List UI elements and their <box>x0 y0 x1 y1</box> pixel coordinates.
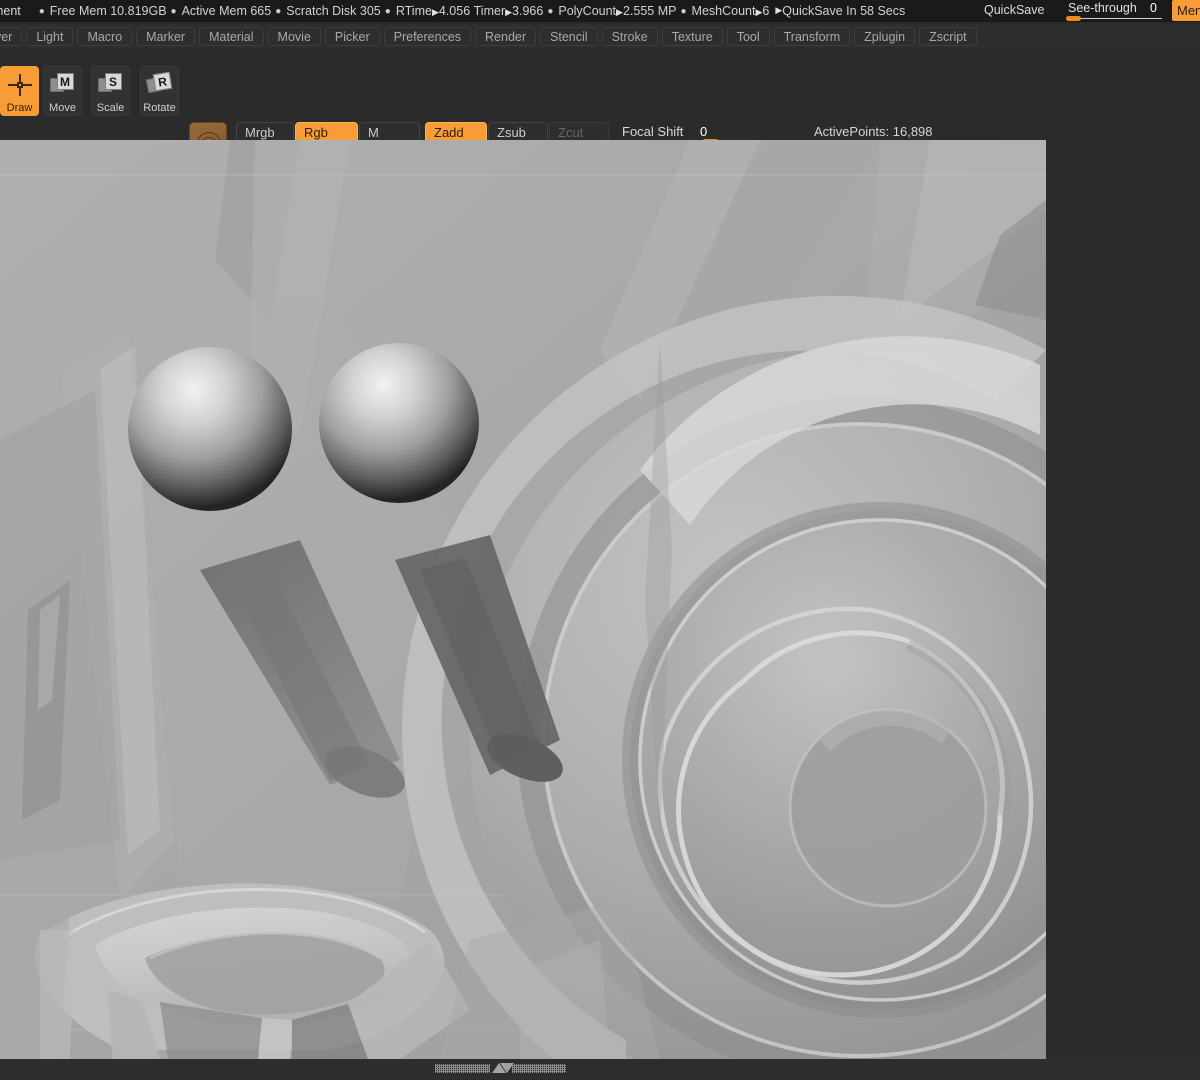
bullet-separator-icon: ● <box>680 5 687 17</box>
menu-item-texture[interactable]: Texture <box>661 26 723 46</box>
meshcount-label: MeshCount <box>691 4 756 18</box>
focal-shift-value: 0 <box>700 124 708 139</box>
menu-item-zplugin[interactable]: Zplugin <box>854 26 916 46</box>
focal-shift-label: Focal Shift <box>622 124 684 139</box>
scale-card-icon: S <box>97 73 124 97</box>
bullet-separator-icon: ● <box>384 5 391 17</box>
bullet-separator-icon: ● <box>170 5 177 17</box>
menu-button[interactable]: Menu <box>1172 0 1200 21</box>
active-mem-stat: Active Mem 665 <box>182 4 272 18</box>
polycount-stat: PolyCount▶2.555 MP <box>558 4 676 18</box>
scale-tool-button[interactable]: S Scale <box>91 66 130 116</box>
polycount-value: 2.555 MP <box>622 4 677 18</box>
rotate-tool-label: Rotate <box>143 102 176 114</box>
rtime-stat: RTime▶4.056 <box>396 4 470 18</box>
rtime-value: 4.056 <box>438 4 471 18</box>
free-mem-label: Free Mem <box>49 4 107 18</box>
draw-tool-label: Draw <box>6 102 33 114</box>
scratch-disk-stat: Scratch Disk 305 <box>286 4 381 18</box>
quicksave-button[interactable]: QuickSave <box>984 3 1044 17</box>
rtime-label: RTime <box>395 4 432 18</box>
sphere-right <box>319 343 479 503</box>
menu-bar: ayer Light Macro Marker Material Movie P… <box>0 24 1200 48</box>
scratch-disk-label: Scratch Disk <box>286 4 357 18</box>
rotate-tool-button[interactable]: R Rotate <box>140 66 179 116</box>
active-mem-label: Active Mem <box>181 4 247 18</box>
play-triangle-icon: ▶ <box>755 6 763 17</box>
play-triangle-icon: ▶ <box>616 6 623 17</box>
scratch-disk-value: 305 <box>359 4 381 18</box>
meshcount-value: 6 <box>762 4 770 18</box>
rotate-card-icon: R <box>145 71 173 97</box>
free-mem-value: 10.819GB <box>110 4 167 18</box>
see-through-slider[interactable]: See-through 0 <box>1064 1 1168 21</box>
timer-label: Timer <box>473 4 506 18</box>
play-triangle-icon: ▶ <box>431 6 439 17</box>
bottom-handle-bar[interactable] <box>0 1059 1200 1080</box>
menu-item-transform[interactable]: Transform <box>773 26 851 46</box>
move-tool-label: Move <box>49 102 76 114</box>
move-card-icon: M <box>49 73 76 97</box>
menu-item-picker[interactable]: Picker <box>324 26 380 46</box>
bullet-separator-icon: ● <box>547 5 554 17</box>
quicksave-countdown: QuickSave In 58 Secs <box>782 4 906 18</box>
scale-glyph-letter: S <box>104 73 122 90</box>
move-tool-button[interactable]: M Move <box>43 66 82 116</box>
polycount-label: PolyCount <box>558 4 617 18</box>
menu-item-marker[interactable]: Marker <box>136 26 196 46</box>
see-through-label: See-through <box>1068 1 1137 15</box>
handle-grip-right-icon[interactable] <box>512 1064 566 1073</box>
draw-tool-button[interactable]: Draw <box>0 66 39 116</box>
menu-item-tool[interactable]: Tool <box>726 26 770 46</box>
play-triangle-icon: ▶ <box>505 6 513 17</box>
menu-item-zscript[interactable]: Zscript <box>919 26 977 46</box>
menu-item-movie[interactable]: Movie <box>267 26 321 46</box>
free-mem-stat: Free Mem 10.819GB <box>50 4 167 18</box>
document-name: ument <box>0 4 21 18</box>
sculpt-canvas[interactable] <box>0 140 1046 1059</box>
see-through-value: 0 <box>1150 1 1157 15</box>
menu-item-preferences[interactable]: Preferences <box>383 26 472 46</box>
bullet-separator-icon: ● <box>275 5 282 17</box>
see-through-knob[interactable] <box>1066 16 1081 21</box>
menu-item-render[interactable]: Render <box>475 26 537 46</box>
brush-toolbar: Draw M Move S Scale R Rotate Mrgb Rgb M … <box>0 48 1200 167</box>
handle-grip-left-icon[interactable] <box>435 1064 490 1073</box>
sphere-left <box>128 347 292 511</box>
active-points-readout: ActivePoints: 16,898 <box>814 124 933 139</box>
crosshair-icon <box>7 73 33 97</box>
timer-stat: Timer▶3.966 <box>474 4 544 18</box>
active-mem-value: 665 <box>250 4 272 18</box>
menu-item-light[interactable]: Light <box>26 26 74 46</box>
bullet-separator-icon: ● <box>38 5 45 17</box>
play-triangle-icon: ▶ <box>775 5 783 15</box>
menu-item-layer[interactable]: ayer <box>0 26 23 46</box>
menu-item-stroke[interactable]: Stroke <box>601 26 658 46</box>
move-glyph-letter: M <box>56 73 74 90</box>
menu-item-stencil[interactable]: Stencil <box>540 26 598 46</box>
menu-item-macro[interactable]: Macro <box>77 26 133 46</box>
canvas-render <box>0 140 1046 1059</box>
menu-item-material[interactable]: Material <box>199 26 264 46</box>
timer-value: 3.966 <box>512 4 544 18</box>
rotate-glyph-letter: R <box>152 71 172 92</box>
meshcount-stat: MeshCount▶6 <box>692 4 770 18</box>
scale-tool-label: Scale <box>96 102 125 114</box>
